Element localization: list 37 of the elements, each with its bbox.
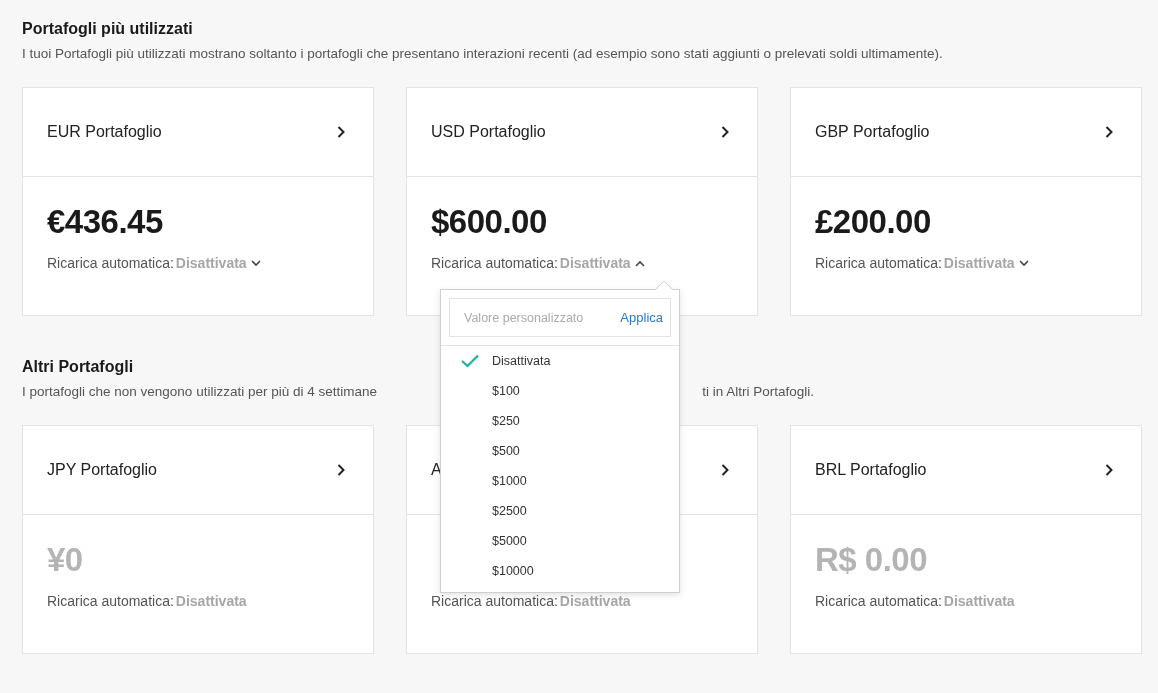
chevron-right-icon[interactable] <box>721 126 729 138</box>
auto-reload-label: Ricarica automatica: <box>815 593 942 609</box>
section-heading: Altri Portafogli <box>22 358 134 376</box>
wallet-title: GBP Portafoglio <box>815 123 930 141</box>
section-description: I portafogli che non vengono utilizzati per più di 4 settimane <box>22 384 377 399</box>
wallet-title: USD Portafoglio <box>431 123 546 141</box>
auto-reload-label: Ricarica automatica: <box>431 255 558 271</box>
wallet-title: BRL Portafoglio <box>815 461 927 479</box>
dropdown-option[interactable]: Disattivata <box>492 354 551 368</box>
wallet-balance: R$ 0.00 <box>815 541 929 579</box>
wallet-title: EUR Portafoglio <box>47 123 162 141</box>
chevron-right-icon[interactable] <box>337 464 345 476</box>
wallet-balance: $600.00 <box>431 203 548 241</box>
wallet-title: JPY Portafoglio <box>47 461 157 479</box>
auto-reload-label: Ricarica automatica: <box>47 593 174 609</box>
dropdown-option[interactable]: $500 <box>492 444 520 458</box>
dropdown-option[interactable]: $5000 <box>492 534 527 548</box>
dropdown-option[interactable]: $10000 <box>492 564 534 578</box>
section-description: I tuoi Portafogli più utilizzati mostrano soltanto i portafogli che presentano interazioni recenti (ad esempio sono stati aggiunti o prelevati soldi ultimamente). <box>22 46 943 61</box>
dropdown-option[interactable]: $2500 <box>492 504 527 518</box>
wallet-balance: ¥0 <box>47 541 84 579</box>
section-heading: Portafogli più utilizzati <box>22 20 193 38</box>
chevron-right-icon[interactable] <box>337 126 345 138</box>
auto-reload-label: Ricarica automatica: <box>815 255 942 271</box>
custom-value-field[interactable]: Valore personalizzato Applica <box>449 298 671 337</box>
auto-reload-label: Ricarica automatica: <box>431 593 558 609</box>
chevron-right-icon[interactable] <box>721 464 729 476</box>
wallet-balance: £200.00 <box>815 203 932 241</box>
dropdown-option[interactable]: $250 <box>492 414 520 428</box>
wallet-balance: €436.45 <box>47 203 164 241</box>
chevron-right-icon[interactable] <box>1105 464 1113 476</box>
auto-reload-label: Ricarica automatica: <box>47 255 174 271</box>
dropdown-option[interactable]: $100 <box>492 384 520 398</box>
apply-link[interactable]: Applica <box>620 310 663 325</box>
dropdown-option[interactable]: $1000 <box>492 474 527 488</box>
section-description: ti in Altri Portafogli. <box>702 384 814 399</box>
chevron-right-icon[interactable] <box>1105 126 1113 138</box>
